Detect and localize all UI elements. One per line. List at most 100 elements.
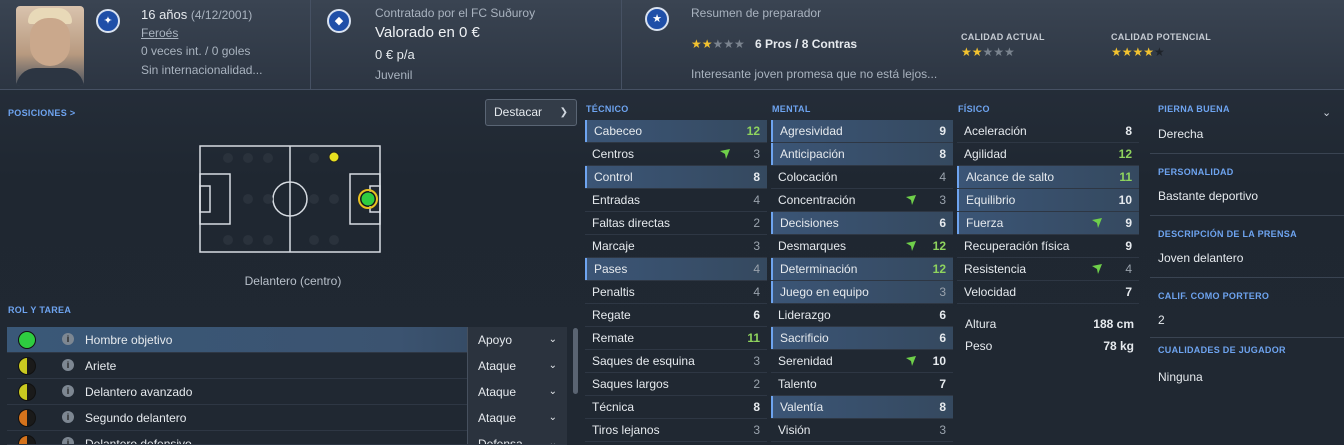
info-icon[interactable]: i [62, 333, 74, 345]
info-icon[interactable]: i [62, 385, 74, 397]
attribute-row[interactable]: Fuerza 9 [957, 212, 1139, 234]
attribute-value: 8 [939, 400, 946, 414]
attribute-row[interactable]: Sacrificio 6 [771, 327, 953, 349]
attribute-name: Talento [778, 377, 817, 391]
positions-title[interactable]: POSICIONES > [8, 108, 75, 118]
duty-select[interactable]: Defensa ⌄ [467, 431, 567, 444]
attribute-name: Resistencia [964, 262, 1027, 276]
attribute-row[interactable]: Tiros lejanos 3 [585, 419, 767, 441]
attribute-name: Desmarques [778, 239, 847, 253]
attribute-row[interactable]: Concentración 3 [771, 189, 953, 211]
attribute-row[interactable]: Anticipación 8 [771, 143, 953, 165]
attribute-value: 12 [932, 262, 946, 276]
personality-title: PERSONALIDAD [1158, 167, 1234, 177]
role-row[interactable]: i Segundo delantero Ataque ⌄ [7, 405, 567, 431]
attribute-row[interactable]: Saques de esquina 3 [585, 350, 767, 372]
duty-select[interactable]: Ataque ⌄ [467, 405, 567, 431]
training-arrow-icon [1092, 218, 1102, 228]
attribute-row[interactable]: Penaltis 4 [585, 281, 767, 303]
attribute-row[interactable]: Agresividad 9 [771, 120, 953, 142]
chevron-down-icon[interactable]: ⌄ [1322, 106, 1331, 119]
current-ability-stars: ★★★★★ [961, 45, 1015, 59]
attribute-row[interactable]: Juego en equipo 3 [771, 281, 953, 303]
attribute-value: 6 [939, 216, 946, 230]
role-row[interactable]: i Delantero avanzado Ataque ⌄ [7, 379, 567, 405]
duty-select[interactable]: Ataque ⌄ [467, 379, 567, 405]
role-name: Ariete [85, 359, 117, 373]
attribute-value: 9 [1125, 216, 1132, 230]
attribute-row[interactable]: Regate 6 [585, 304, 767, 326]
chevron-down-icon: ⌄ [548, 360, 557, 371]
attribute-name: Centros [592, 147, 635, 161]
attribute-value: 3 [939, 423, 946, 437]
attribute-row[interactable]: Aceleración 8 [957, 120, 1139, 142]
attribute-value: 3 [753, 239, 760, 253]
attribute-row[interactable]: Técnica 8 [585, 396, 767, 418]
info-icon[interactable]: i [62, 359, 74, 371]
attribute-row[interactable]: Resistencia 4 [957, 258, 1139, 280]
attribute-value: 3 [939, 285, 946, 299]
attribute-value: 10 [932, 354, 946, 368]
nationality-link[interactable]: Feroés [141, 26, 178, 40]
attribute-row[interactable]: Velocidad 7 [957, 281, 1139, 303]
attribute-row[interactable]: Visión 3 [771, 419, 953, 441]
attribute-row[interactable]: Valentía 8 [771, 396, 953, 418]
attribute-value: 3 [753, 423, 760, 437]
info-icon[interactable]: i [62, 411, 74, 423]
attribute-name: Alcance de salto [966, 170, 1055, 184]
attribute-name: Pases [594, 262, 628, 276]
role-row[interactable]: i Ariete Ataque ⌄ [7, 353, 567, 379]
roles-scrollbar[interactable] [573, 328, 578, 394]
attribute-name: Velocidad [964, 285, 1017, 299]
attribute-value: 2 [753, 216, 760, 230]
squad-status: Juvenil [375, 68, 413, 82]
chevron-down-icon: ❯ [559, 107, 568, 118]
attribute-row[interactable]: Desmarques 12 [771, 235, 953, 257]
potential-ability-label: CALIDAD POTENCIAL [1111, 32, 1212, 42]
attribute-row[interactable]: Alcance de salto 11 [957, 166, 1139, 188]
attribute-row[interactable]: Talento 7 [771, 373, 953, 395]
attribute-row[interactable]: Recuperación física 9 [957, 235, 1139, 257]
attribute-row[interactable]: Agilidad 12 [957, 143, 1139, 165]
attribute-row[interactable]: Cabeceo 12 [585, 120, 767, 142]
attribute-row[interactable]: Determinación 12 [771, 258, 953, 280]
player-wage: 0 € p/a [375, 47, 415, 62]
attribute-row[interactable]: Colocación 4 [771, 166, 953, 188]
info-icon[interactable]: i [62, 437, 74, 444]
attribute-value: 10 [1118, 193, 1132, 207]
role-row[interactable]: i Delantero defensivo Defensa ⌄ [7, 431, 567, 445]
duty-select[interactable]: Apoyo ⌄ [467, 327, 567, 353]
attribute-row[interactable]: Remate 11 [585, 327, 767, 349]
attribute-name: Faltas directas [592, 216, 671, 230]
training-arrow-icon [906, 356, 916, 366]
highlight-dropdown[interactable]: Destacar ❯ [485, 99, 577, 126]
attribute-name: Saques de esquina [592, 354, 695, 368]
role-name: Hombre objetivo [85, 333, 173, 347]
role-suitability-icon [18, 409, 36, 427]
attribute-name: Aceleración [964, 124, 1027, 138]
attribute-row[interactable]: Centros 3 [585, 143, 767, 165]
attribute-value: 4 [753, 193, 760, 207]
current-ability-label: CALIDAD ACTUAL [961, 32, 1045, 42]
mental-title: MENTAL [772, 104, 811, 114]
role-suitability-icon [18, 435, 36, 444]
duty-select[interactable]: Ataque ⌄ [467, 353, 567, 379]
attribute-row[interactable]: Entradas 4 [585, 189, 767, 211]
attribute-row[interactable]: Marcaje 3 [585, 235, 767, 257]
personality-value: Bastante deportivo [1158, 189, 1259, 203]
role-row[interactable]: i Hombre objetivo Apoyo ⌄ [7, 327, 567, 353]
attribute-value: 11 [1119, 170, 1132, 184]
attribute-row[interactable]: Liderazgo 6 [771, 304, 953, 326]
attribute-value: 7 [1125, 285, 1132, 299]
attribute-name: Determinación [780, 262, 858, 276]
attribute-row[interactable]: Control 8 [585, 166, 767, 188]
attribute-row[interactable]: Serenidad 10 [771, 350, 953, 372]
attribute-row[interactable]: Faltas directas 2 [585, 212, 767, 234]
attribute-row[interactable]: Saques largos 2 [585, 373, 767, 395]
attribute-row[interactable]: Pases 4 [585, 258, 767, 280]
attribute-value: 4 [753, 262, 760, 276]
scout-summary: Interesante joven promesa que no está le… [691, 67, 938, 81]
attribute-value: 3 [753, 147, 760, 161]
attribute-row[interactable]: Equilibrio 10 [957, 189, 1139, 211]
attribute-row[interactable]: Decisiones 6 [771, 212, 953, 234]
